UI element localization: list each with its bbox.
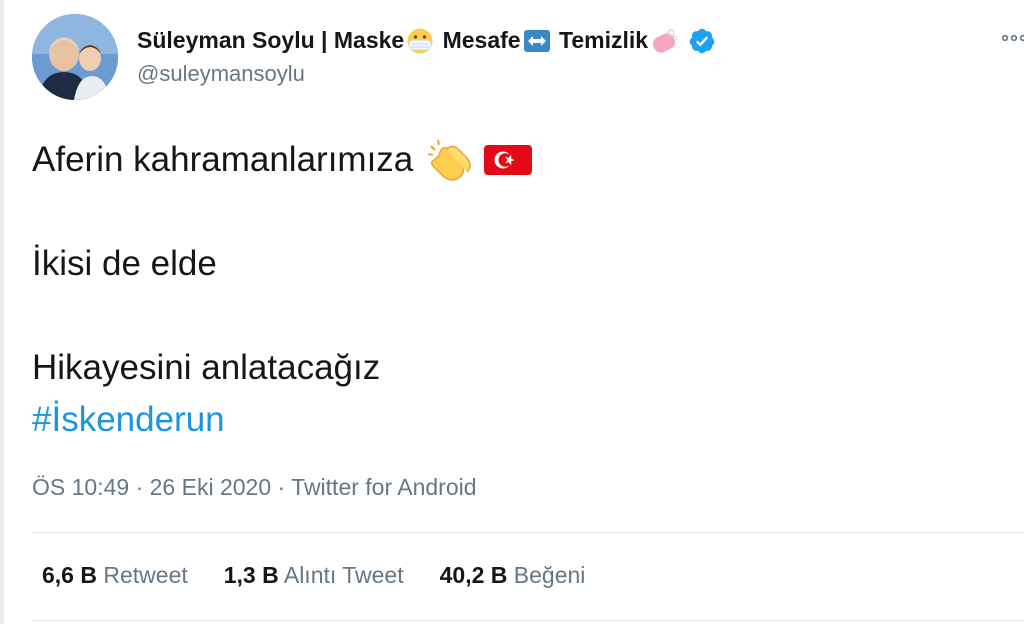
tweet-time[interactable]: ÖS 10:49 (32, 474, 129, 500)
column-border (0, 0, 4, 624)
tweet-meta: ÖS 10:49 · 26 Eki 2020 · Twitter for And… (32, 474, 477, 501)
divider (32, 532, 1024, 533)
tweet-date[interactable]: 26 Eki 2020 (150, 474, 271, 500)
left-right-arrow-emoji-icon (523, 30, 550, 53)
retweet-count: 6,6 B (42, 562, 97, 588)
author-name-row[interactable]: Süleyman Soylu | Maske Mesafe Temizlik (137, 24, 716, 58)
tweet-line-2: İkisi de elde (32, 244, 217, 283)
tweet-line-3: Hikayesini anlatacağız (32, 348, 381, 387)
like-label: Beğeni (513, 562, 586, 588)
avatar[interactable] (32, 14, 118, 100)
quote-tweet-count: 1,3 B (223, 562, 279, 588)
tweet-text: Aferin kahramanlarımıza İkisi de elde Hi… (32, 134, 533, 446)
author-name-part-1: Süleyman Soylu | Maske (137, 26, 405, 53)
author-name-part-2: Mesafe (442, 26, 521, 53)
divider (32, 620, 1024, 621)
avatar-image (32, 14, 118, 100)
more-options-icon[interactable] (1000, 30, 1024, 46)
quote-tweet-stat[interactable]: 1,3 B Alıntı Tweet (224, 562, 404, 589)
meta-separator-2: · (277, 474, 286, 500)
mask-face-emoji-icon (407, 28, 433, 54)
clapping-hands-emoji-icon (428, 139, 472, 181)
author-name-part-3: Temizlik (558, 26, 649, 53)
tweet-line-1: Aferin kahramanlarımıza (32, 134, 533, 186)
retweet-label: Retweet (103, 562, 188, 588)
like-stat[interactable]: 40,2 B Beğeni (440, 562, 586, 589)
quote-tweet-label: Alıntı Tweet (283, 562, 404, 588)
turkey-flag-emoji-icon (484, 145, 533, 175)
tweet-author[interactable]: Süleyman Soylu | Maske Mesafe Temizlik @… (137, 24, 716, 87)
tweet-source[interactable]: Twitter for Android (291, 474, 476, 500)
author-handle[interactable]: @suleymansoylu (137, 61, 716, 87)
hashtag-text[interactable]: #İskenderun (32, 394, 225, 446)
tweet-line-1-text: Aferin kahramanlarımıza (32, 140, 414, 179)
author-name[interactable]: Süleyman Soylu | Maske Mesafe Temizlik (137, 27, 680, 56)
verified-badge-icon (689, 28, 715, 54)
meta-separator-1: · (135, 474, 144, 500)
tweet-stats: 6,6 B Retweet 1,3 B Alıntı Tweet 40,2 B … (42, 562, 621, 589)
like-count: 40,2 B (439, 562, 508, 588)
soap-emoji-icon (652, 29, 678, 54)
retweet-stat[interactable]: 6,6 B Retweet (42, 562, 188, 589)
hashtag-link[interactable]: #İskenderun (32, 394, 533, 446)
